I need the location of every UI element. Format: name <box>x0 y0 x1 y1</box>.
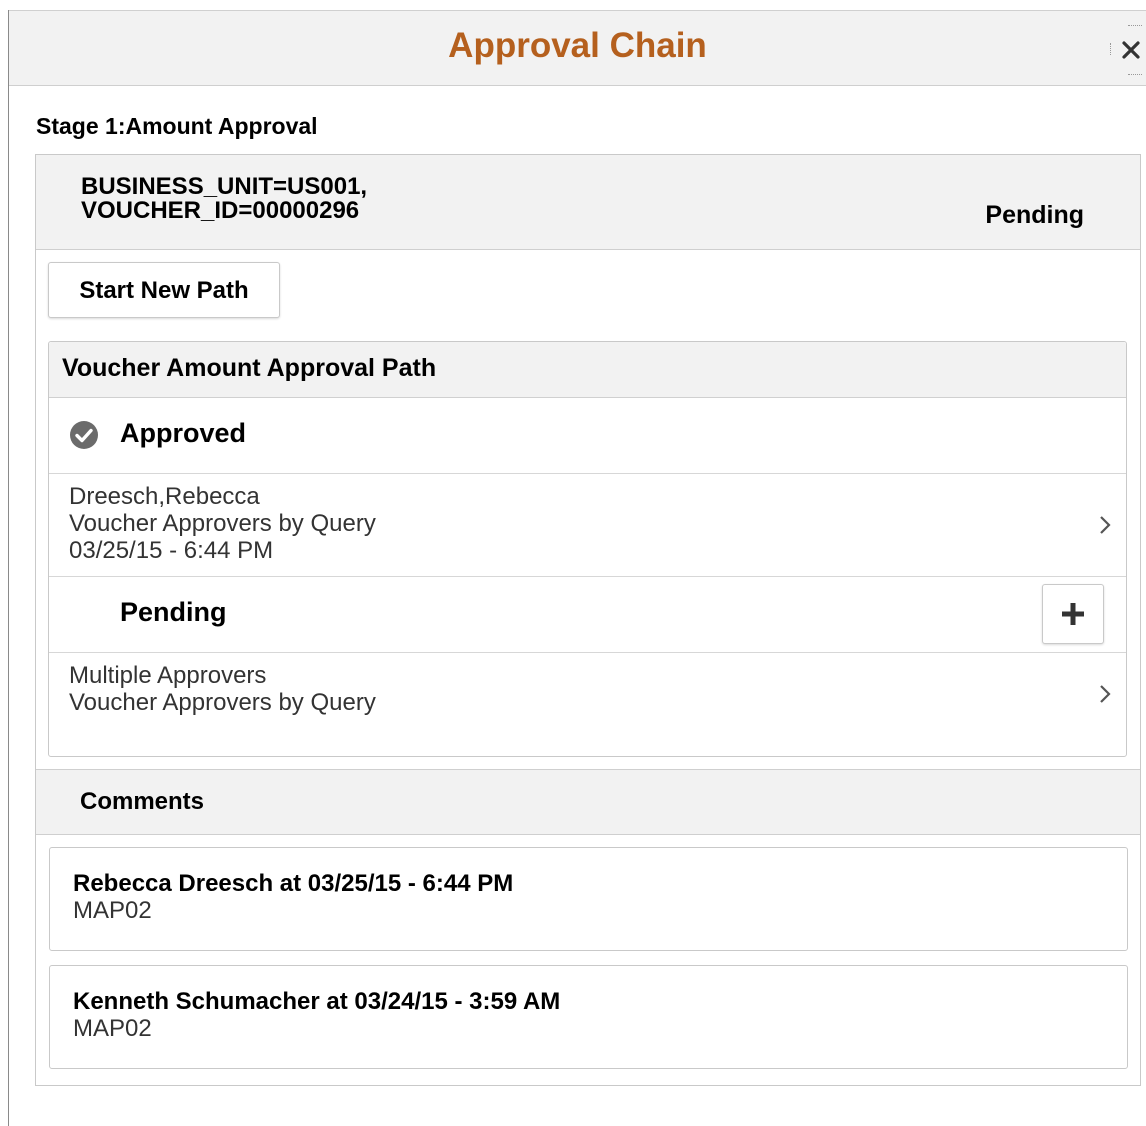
criteria-voucher-id: VOUCHER_ID=00000296 <box>81 197 360 224</box>
chevron-right-icon <box>1100 685 1111 703</box>
step-status-label: Approved <box>120 418 247 448</box>
step-status-label: Pending <box>120 597 227 627</box>
comments-header: Comments <box>36 769 1140 835</box>
comment-author: Kenneth Schumacher at 03/24/15 - 3:59 AM <box>73 988 561 1015</box>
stage-status: Pending <box>985 201 1084 229</box>
approver-row[interactable]: Dreesch,Rebecca Voucher Approvers by Que… <box>49 474 1126 577</box>
step-status-row: Pending <box>49 577 1126 653</box>
comment-card: Rebecca Dreesch at 03/25/15 - 6:44 PM MA… <box>49 847 1128 951</box>
approval-path-panel: Voucher Amount Approval Path Approved Dr… <box>48 341 1127 757</box>
focus-outline-left <box>1110 43 1111 55</box>
approver-rule: Voucher Approvers by Query <box>69 689 376 716</box>
criteria-business-unit: BUSINESS_UNIT=US001, <box>81 173 368 200</box>
comment-text: MAP02 <box>73 897 152 924</box>
dialog-header: Approval Chain <box>9 10 1146 86</box>
comments-title: Comments <box>80 788 205 815</box>
path-header: Voucher Amount Approval Path <box>49 342 1126 398</box>
close-icon <box>1122 41 1140 59</box>
stage-criteria: BUSINESS_UNIT=US001, VOUCHER_ID=00000296 <box>81 175 367 223</box>
check-circle-icon <box>70 421 98 449</box>
chevron-right-icon <box>1100 516 1111 534</box>
start-new-path-button[interactable]: Start New Path <box>48 262 280 318</box>
stage-header: BUSINESS_UNIT=US001, VOUCHER_ID=00000296… <box>36 155 1140 250</box>
comment-author: Rebecca Dreesch at 03/25/15 - 6:44 PM <box>73 870 514 897</box>
approver-details: Dreesch,Rebecca Voucher Approvers by Que… <box>69 483 376 564</box>
approver-rule: Voucher Approvers by Query <box>69 510 376 537</box>
dialog-left-border <box>8 10 9 1126</box>
approver-name: Multiple Approvers <box>69 662 267 689</box>
insert-approver-button[interactable] <box>1042 584 1104 644</box>
path-title: Voucher Amount Approval Path <box>62 354 437 382</box>
approval-datetime: 03/25/15 - 6:44 PM <box>69 537 274 564</box>
dialog-title: Approval Chain <box>448 26 707 65</box>
approver-name: Dreesch,Rebecca <box>69 483 260 510</box>
comment-card: Kenneth Schumacher at 03/24/15 - 3:59 AM… <box>49 965 1128 1069</box>
stage-panel: BUSINESS_UNIT=US001, VOUCHER_ID=00000296… <box>35 154 1141 1086</box>
approver-details: Multiple Approvers Voucher Approvers by … <box>69 662 376 716</box>
focus-outline-top <box>1128 25 1142 26</box>
stage-label: Stage 1:Amount Approval <box>36 113 318 139</box>
step-status-row: Approved <box>49 398 1126 474</box>
plus-icon <box>1062 603 1084 625</box>
focus-outline-bottom <box>1128 74 1142 75</box>
comment-text: MAP02 <box>73 1015 152 1042</box>
close-button[interactable] <box>1100 23 1146 77</box>
approver-row[interactable]: Multiple Approvers Voucher Approvers by … <box>49 653 1126 753</box>
